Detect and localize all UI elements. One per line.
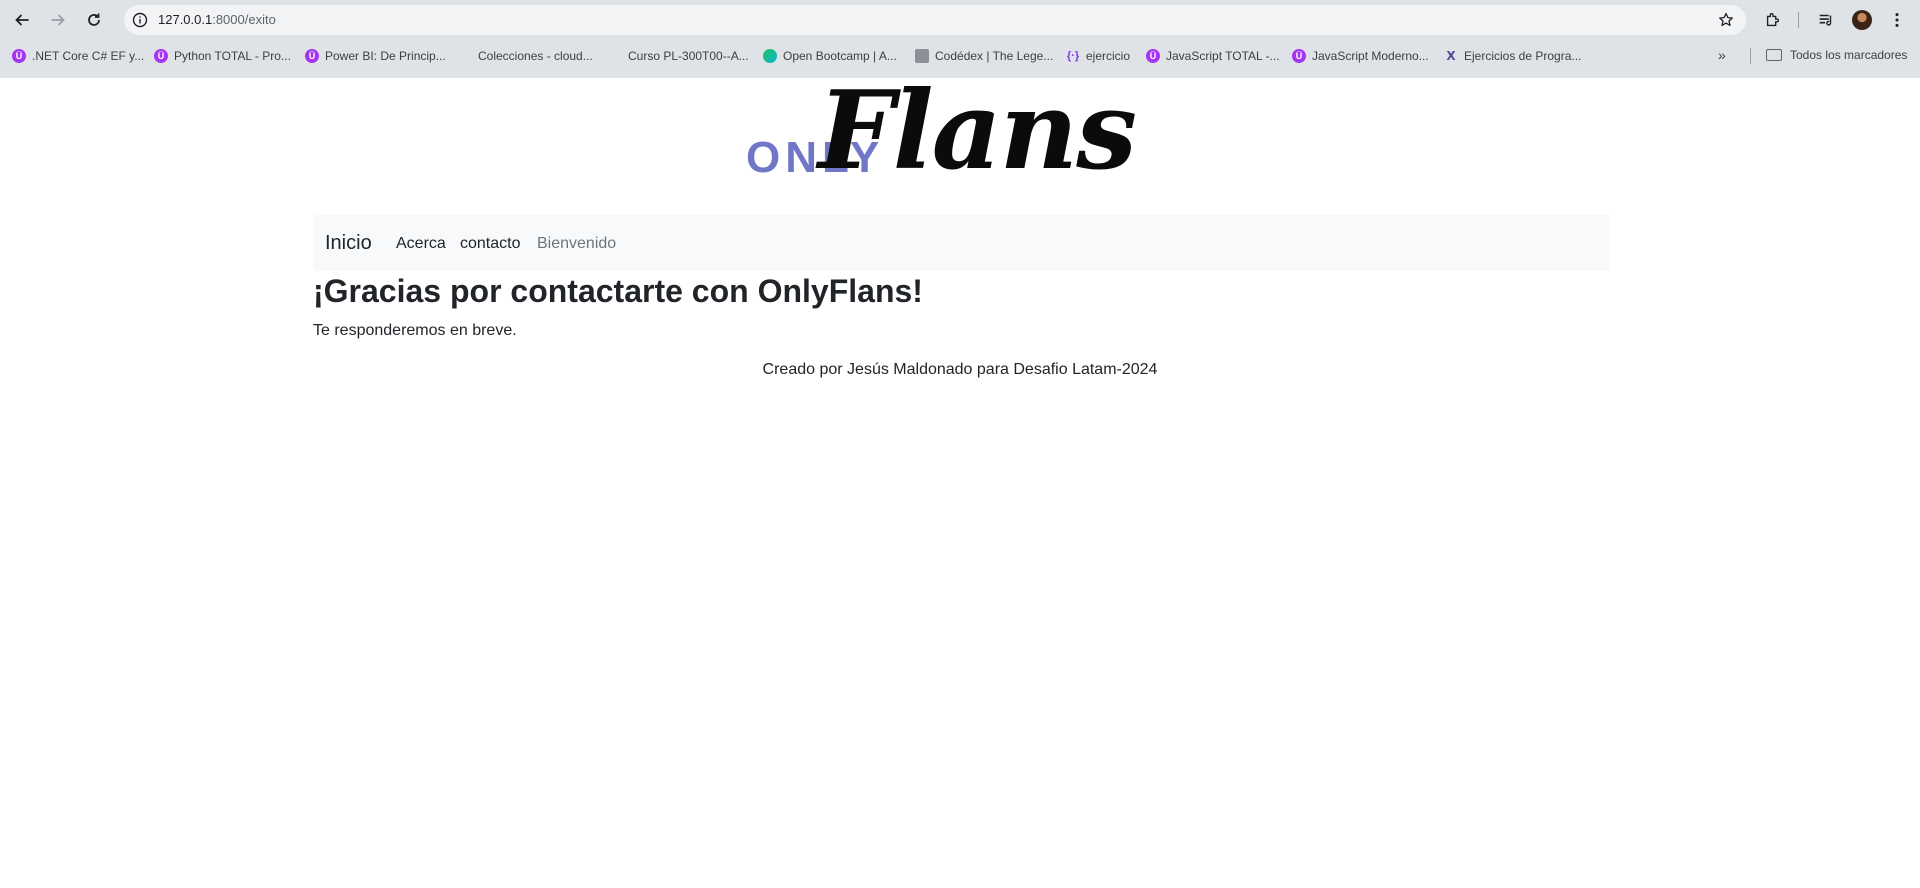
bookmark-item[interactable]: Ü JavaScript TOTAL -...	[1146, 48, 1280, 64]
udemy-icon: Ü	[154, 49, 168, 63]
bookmark-item[interactable]: Ⅹ Ejercicios de Progra...	[1444, 48, 1581, 64]
bookmark-item[interactable]: {·} ejercicio	[1066, 48, 1130, 64]
url-path: :8000/exito	[212, 12, 276, 27]
bookmark-item[interactable]: Open Bootcamp | A...	[763, 48, 897, 64]
arrow-right-icon	[51, 14, 65, 26]
nav-link-bienvenido[interactable]: Bienvenido	[537, 235, 616, 253]
bookmarks-divider	[1750, 48, 1751, 64]
bookmark-label: JavaScript TOTAL -...	[1166, 49, 1280, 63]
folder-icon	[1766, 49, 1782, 61]
back-button[interactable]	[8, 6, 36, 34]
bookmark-label: ejercicio	[1086, 49, 1131, 63]
site-navbar: Inicio Acerca contacto Bienvenido	[313, 215, 1609, 271]
all-bookmarks-button[interactable]: Todos los marcadores	[1766, 48, 1907, 62]
bookmark-item[interactable]: Colecciones - cloud...	[458, 48, 593, 64]
menu-dots-icon[interactable]	[1887, 10, 1907, 30]
nav-brand-inicio[interactable]: Inicio	[325, 232, 372, 255]
udemy-icon: Ü	[305, 49, 319, 63]
logo-flans-text: Flans	[818, 68, 1137, 194]
bookmark-label: Open Bootcamp | A...	[783, 49, 897, 63]
browser-toolbar: 127.0.0.1:8000/exito	[0, 0, 1920, 40]
microsoft-icon	[458, 49, 472, 63]
udemy-icon: Ü	[1146, 49, 1160, 63]
bookmark-item[interactable]: Ü JavaScript Moderno...	[1292, 48, 1429, 64]
bookmark-label: Codédex | The Lege...	[935, 49, 1054, 63]
bookmark-item[interactable]: Ü .NET Core C# EF y...	[12, 48, 144, 64]
url-text: 127.0.0.1:8000/exito	[158, 12, 276, 27]
page-footer: Creado por Jesús Maldonado para Desafio …	[762, 361, 1158, 378]
page-content: ONLY Flans Inicio Acerca contacto Bienve…	[0, 68, 1920, 888]
confirmation-message: Te responderemos en breve.	[313, 322, 517, 339]
arrow-left-icon	[15, 14, 29, 26]
bookmarks-bar: Ü .NET Core C# EF y... Ü Python TOTAL - Pr…	[0, 44, 1920, 68]
bookmark-item[interactable]: Codédex | The Lege...	[915, 48, 1053, 64]
bookmark-label: .NET Core C# EF y...	[32, 49, 145, 63]
all-bookmarks-label: Todos los marcadores	[1790, 48, 1908, 62]
reload-icon	[88, 13, 100, 26]
bookmark-label: Colecciones - cloud...	[478, 49, 593, 63]
bookmark-label: Python TOTAL - Pro...	[174, 49, 291, 63]
bookmark-label: Power BI: De Princip...	[325, 49, 446, 63]
codedex-icon	[915, 49, 929, 63]
bookmark-item[interactable]: Curso PL-300T00--A...	[608, 48, 749, 64]
url-host: 127.0.0.1	[158, 12, 213, 27]
udemy-icon: Ü	[12, 49, 26, 63]
browser-chrome: 127.0.0.1:8000/exito Ü .NET Core C# EF y.…	[0, 0, 1920, 78]
nav-link-acerca[interactable]: Acerca	[396, 235, 446, 253]
curly-braces-icon: {·}	[1066, 50, 1080, 62]
flask-icon: Ⅹ	[1446, 49, 1456, 63]
bookmark-label: JavaScript Moderno...	[1312, 49, 1429, 63]
page-title: ¡Gracias por contactarte con OnlyFlans!	[313, 273, 923, 309]
toolbar-divider	[1798, 12, 1799, 28]
bookmark-label: Ejercicios de Progra...	[1464, 49, 1582, 63]
more-bookmarks-button[interactable]: »	[1718, 47, 1726, 63]
bookmark-label: Curso PL-300T00--A...	[628, 49, 749, 63]
site-logo[interactable]: ONLY Flans	[740, 68, 1180, 198]
openbootcamp-icon	[763, 49, 777, 63]
nav-link-contacto[interactable]: contacto	[460, 235, 520, 253]
site-info-icon[interactable]	[132, 12, 148, 28]
address-bar[interactable]: 127.0.0.1:8000/exito	[124, 5, 1746, 35]
microsoft-icon	[608, 49, 622, 63]
udemy-icon: Ü	[1292, 49, 1306, 63]
profile-avatar[interactable]	[1852, 10, 1872, 30]
extensions-icon[interactable]	[1763, 10, 1783, 30]
bookmark-item[interactable]: Ü Power BI: De Princip...	[305, 48, 446, 64]
forward-button[interactable]	[44, 6, 72, 34]
bookmark-star-icon[interactable]	[1718, 12, 1734, 28]
reload-button[interactable]	[80, 6, 108, 34]
media-control-icon[interactable]	[1816, 10, 1836, 30]
bookmark-item[interactable]: Ü Python TOTAL - Pro...	[154, 48, 291, 64]
